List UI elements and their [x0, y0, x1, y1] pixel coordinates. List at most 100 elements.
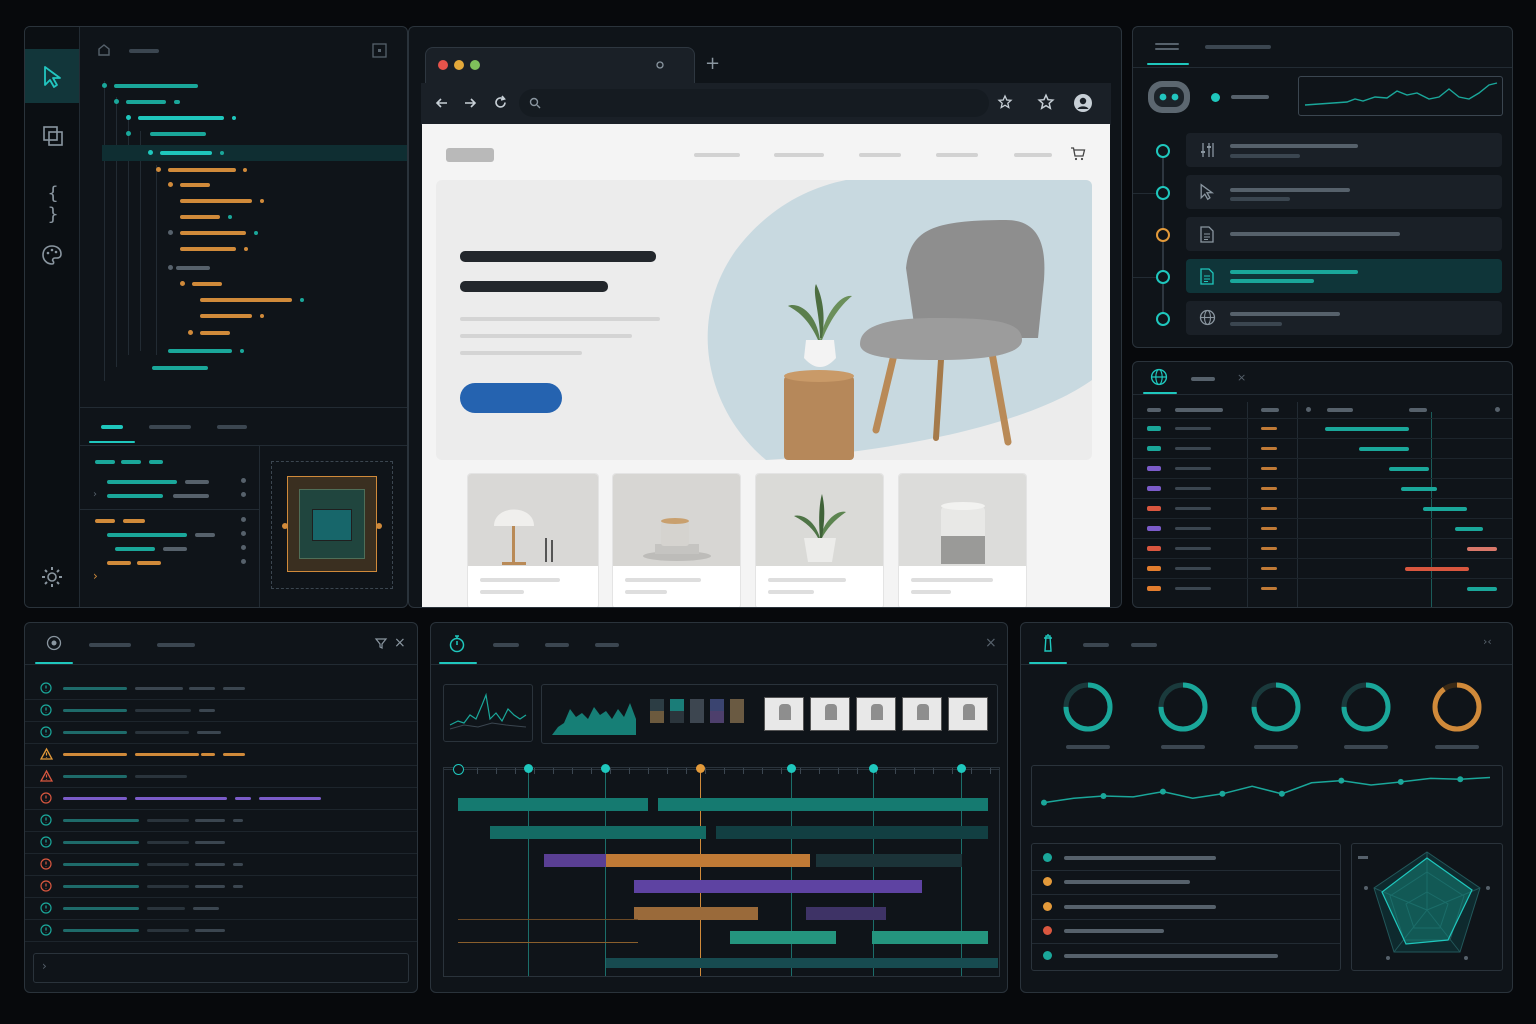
dom-node[interactable] [138, 116, 224, 120]
box-model[interactable] [271, 461, 393, 589]
marker[interactable] [787, 764, 796, 773]
dom-node[interactable] [180, 215, 220, 219]
performance-tab[interactable] [595, 643, 619, 647]
dom-node[interactable] [176, 266, 210, 270]
dom-node[interactable] [150, 132, 206, 136]
screenshot-frame[interactable] [948, 697, 988, 731]
window-minimize-button[interactable] [454, 60, 464, 70]
nav-link[interactable] [859, 153, 901, 157]
performance-tab[interactable] [545, 643, 569, 647]
network-request-list[interactable] [1133, 418, 1512, 607]
dom-node[interactable] [192, 282, 222, 286]
step-item[interactable] [1186, 175, 1502, 209]
forward-icon[interactable] [463, 96, 477, 110]
nav-link[interactable] [774, 153, 824, 157]
step-item[interactable] [1186, 133, 1502, 167]
screenshot-frame[interactable] [810, 697, 850, 731]
screenshot-frame[interactable] [902, 697, 942, 731]
product-card[interactable] [898, 473, 1027, 607]
cart-icon[interactable] [1070, 146, 1086, 162]
marker[interactable] [696, 764, 705, 773]
nav-link[interactable] [936, 153, 978, 157]
address-bar[interactable] [519, 89, 989, 117]
console-tab[interactable] [89, 643, 131, 647]
dom-node[interactable] [180, 231, 246, 235]
product-card[interactable] [467, 473, 599, 607]
marker[interactable] [957, 764, 966, 773]
column-header-type[interactable] [1261, 408, 1279, 412]
console-tab[interactable] [157, 643, 195, 647]
performance-tab[interactable] [493, 643, 519, 647]
product-card[interactable] [755, 473, 884, 607]
nav-link[interactable] [1014, 153, 1052, 157]
select-tool-button[interactable] [25, 49, 79, 103]
column-header-waterfall[interactable] [1327, 408, 1353, 412]
console-message[interactable] [25, 831, 417, 854]
console-message[interactable] [25, 897, 417, 920]
nav-link[interactable] [694, 153, 740, 157]
network-request-row[interactable] [1133, 438, 1512, 459]
dom-node[interactable] [200, 298, 292, 302]
network-request-row[interactable] [1133, 498, 1512, 519]
dom-node[interactable] [180, 183, 210, 187]
product-card[interactable] [612, 473, 741, 607]
column-header-name[interactable] [1175, 408, 1223, 412]
console-message[interactable] [25, 809, 417, 832]
network-request-row[interactable] [1133, 578, 1512, 599]
clear-filter-icon[interactable]: × [1237, 371, 1246, 384]
dom-node[interactable] [168, 349, 232, 353]
marker[interactable] [524, 764, 533, 773]
menu-icon[interactable] [1155, 43, 1179, 45]
dom-node[interactable] [200, 314, 252, 318]
console-message[interactable] [25, 853, 417, 876]
network-request-row[interactable] [1133, 478, 1512, 499]
marker[interactable] [453, 764, 464, 775]
window-close-button[interactable] [438, 60, 448, 70]
console-message-list[interactable] [25, 677, 417, 942]
flame-chart[interactable] [443, 764, 1000, 977]
console-input[interactable]: › [33, 953, 409, 983]
back-icon[interactable] [435, 96, 449, 110]
gear-icon[interactable] [41, 566, 63, 588]
screenshot-frame[interactable] [856, 697, 896, 731]
step-item-active[interactable] [1186, 259, 1502, 293]
network-request-row[interactable] [1133, 458, 1512, 479]
filter-icon[interactable] [374, 638, 388, 649]
tab-layout[interactable] [217, 425, 247, 429]
console-message[interactable] [25, 919, 417, 942]
globe-icon[interactable] [1150, 368, 1168, 386]
console-message[interactable] [25, 875, 417, 898]
step-item[interactable] [1186, 217, 1502, 251]
network-request-row[interactable] [1133, 418, 1512, 439]
lighthouse-tab[interactable] [1131, 643, 1157, 647]
marker[interactable] [601, 764, 610, 773]
agent-tab[interactable] [1205, 45, 1271, 49]
close-icon[interactable]: × [394, 635, 406, 651]
dom-node[interactable] [168, 168, 236, 172]
fps-overview[interactable] [541, 684, 998, 744]
audit-list[interactable] [1031, 843, 1341, 971]
favorites-icon[interactable] [1037, 93, 1055, 110]
dock-icon[interactable] [372, 43, 387, 58]
console-message[interactable] [25, 721, 417, 744]
console-message[interactable] [25, 699, 417, 722]
tab-styles[interactable] [101, 425, 123, 429]
dom-tree[interactable] [80, 71, 407, 421]
marker[interactable] [869, 764, 878, 773]
network-tab[interactable] [1191, 377, 1215, 381]
home-icon[interactable] [97, 43, 111, 57]
dom-node[interactable] [126, 100, 166, 104]
lighthouse-tab[interactable] [1083, 643, 1109, 647]
styles-pane[interactable]: › › [79, 447, 259, 607]
bookmark-star-icon[interactable] [997, 94, 1013, 109]
stopwatch-icon[interactable] [448, 634, 466, 653]
console-message[interactable] [25, 765, 417, 788]
dom-node[interactable] [114, 84, 198, 88]
step-item[interactable] [1186, 301, 1502, 335]
window-maximize-button[interactable] [470, 60, 480, 70]
network-request-row[interactable] [1133, 558, 1512, 579]
console-message[interactable] [25, 743, 417, 766]
reload-icon[interactable] [493, 95, 508, 110]
console-message[interactable] [25, 677, 417, 700]
code-button[interactable]: { } [37, 183, 69, 225]
